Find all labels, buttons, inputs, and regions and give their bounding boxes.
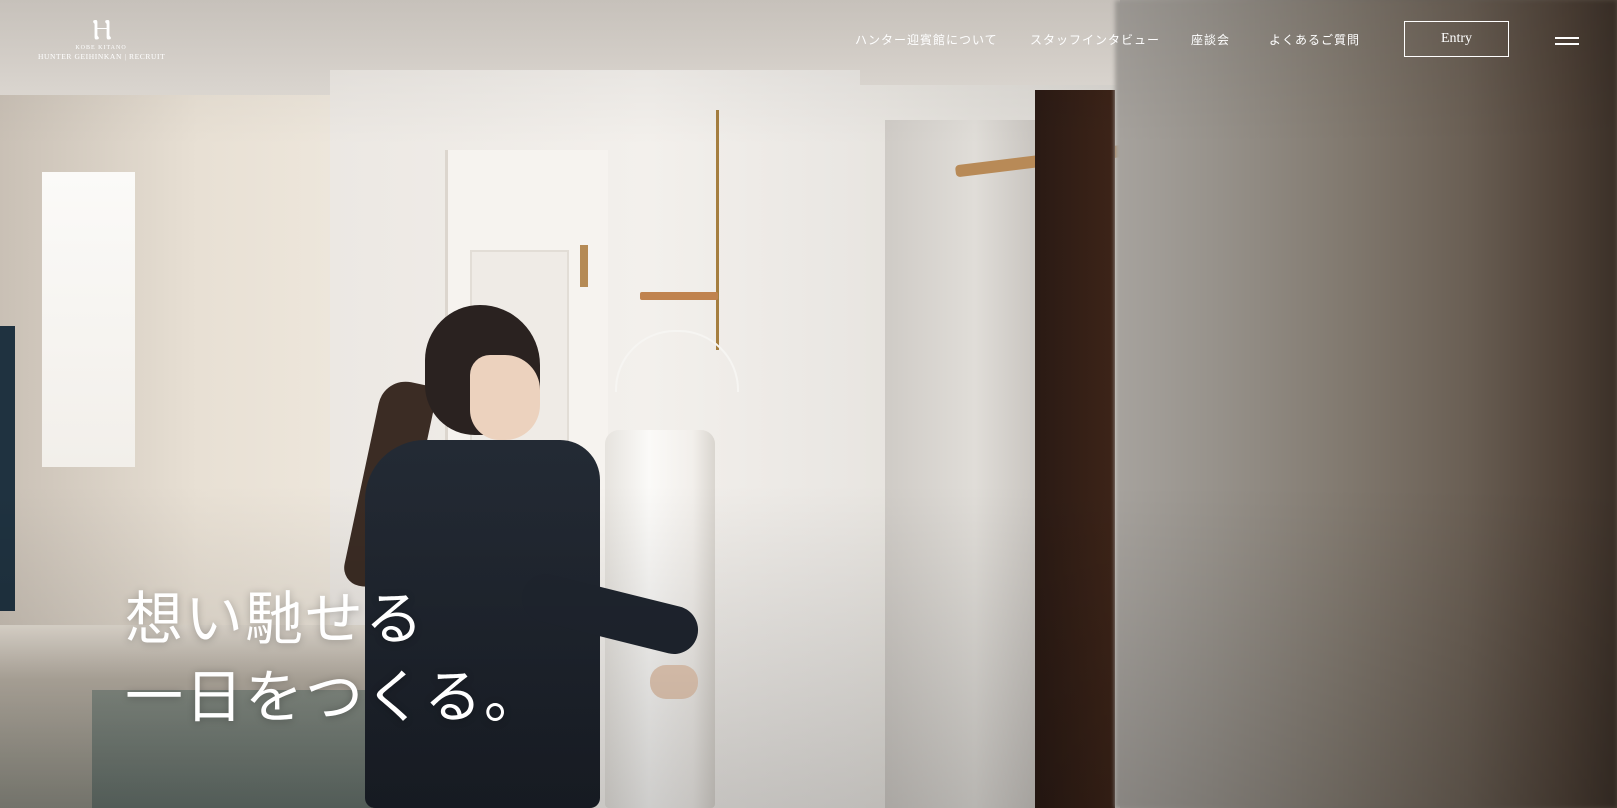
hero-headline: 想い馳せる 一日をつくる。 [125, 580, 544, 736]
hero-headline-line2: 一日をつくる。 [125, 663, 544, 731]
hero-section: Ⲏ KOBE KITANO HUNTER GEIHINKAN | RECRUIT… [0, 0, 1617, 808]
site-logo[interactable]: Ⲏ KOBE KITANO HUNTER GEIHINKAN | RECRUIT [38, 13, 166, 68]
nav-item-staff-interview[interactable]: スタッフインタビュー [1030, 30, 1160, 50]
logo-subtitle: KOBE KITANO [75, 45, 127, 51]
logo-text: HUNTER GEIHINKAN | RECRUIT [38, 52, 166, 61]
menu-line [1555, 37, 1579, 39]
logo-mark-icon: Ⲏ [92, 13, 112, 46]
hamburger-menu-icon[interactable] [1555, 35, 1579, 47]
hero-headline-line1: 想い馳せる [125, 585, 426, 653]
entry-button[interactable]: Entry [1404, 21, 1509, 57]
nav-item-roundtable[interactable]: 座談会 [1191, 30, 1230, 50]
nav-item-about[interactable]: ハンター迎賓館について [855, 30, 998, 50]
menu-line [1555, 43, 1579, 45]
nav-item-faq[interactable]: よくあるご質問 [1269, 30, 1360, 50]
